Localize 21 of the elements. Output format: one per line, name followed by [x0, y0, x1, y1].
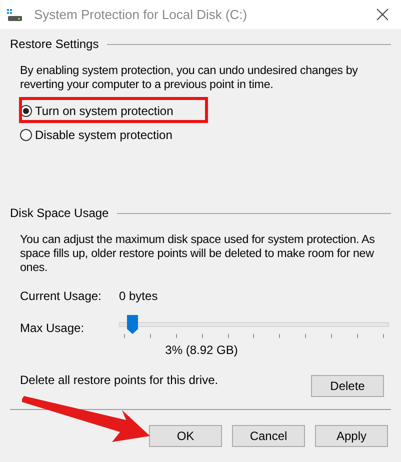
description-text: By enabling system protection, you can undo undesired changes by reverting your computer to a previous point in time.: [20, 64, 359, 92]
slider-thumb[interactable]: [126, 315, 138, 334]
dialog-button[interactable]: Cancel: [232, 425, 305, 447]
usage-slider[interactable]: [119, 315, 389, 341]
field-value: 0 bytes: [119, 289, 158, 303]
field-label: Max Usage:: [20, 321, 86, 335]
group-heading: Disk Space Usage: [10, 206, 109, 220]
field-label: Current Usage:: [20, 289, 102, 303]
usage-reading: 3% (8.92 GB): [164, 343, 239, 357]
delete-description: Delete all restore points for this drive.: [20, 373, 218, 387]
window-title: System Protection for Local Disk (C:): [34, 7, 248, 22]
radio-button[interactable]: [20, 129, 32, 141]
drive-icon: [7, 8, 23, 20]
delete-button[interactable]: Delete: [311, 375, 384, 397]
close-icon[interactable]: [376, 8, 389, 21]
group-heading: Restore Settings: [10, 37, 99, 51]
description-text: You can adjust the maximum disk space used for system protection. As space fills up, older restore points will be deleted to make room for new ones.: [20, 233, 376, 275]
dialog-button[interactable]: OK: [149, 425, 222, 447]
dialog-button[interactable]: Apply: [315, 425, 388, 447]
radio-option[interactable]: Turn on system protection: [20, 104, 174, 118]
radio-option[interactable]: Disable system protection: [20, 128, 172, 142]
